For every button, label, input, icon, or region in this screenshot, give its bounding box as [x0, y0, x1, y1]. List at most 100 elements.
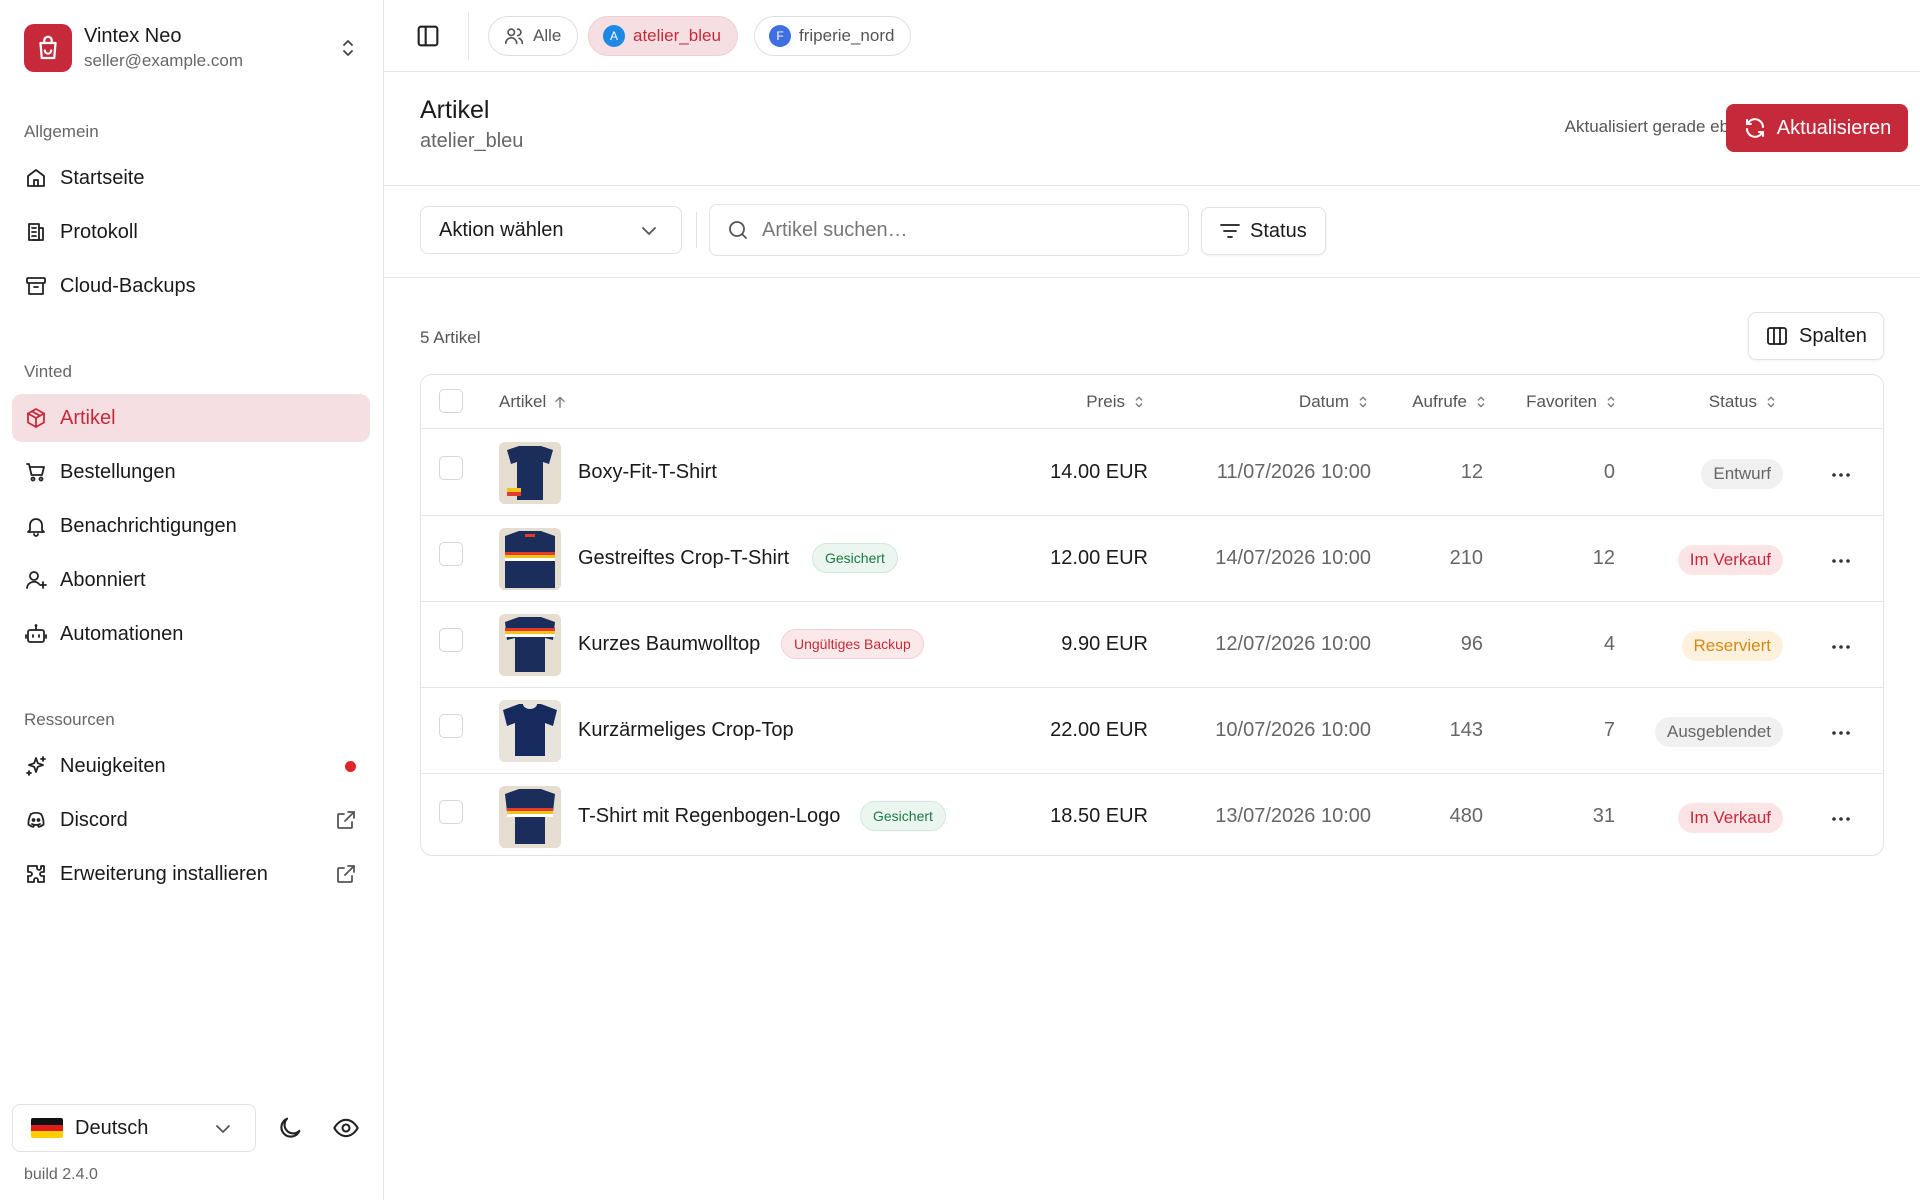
column-header-label: Aufrufe — [1412, 392, 1467, 411]
row-checkbox[interactable] — [439, 628, 463, 652]
item-price: 12.00 EUR — [1050, 547, 1148, 569]
item-favorites: 0 — [1603, 461, 1615, 483]
eye-icon[interactable] — [332, 1114, 360, 1142]
product-thumbnail — [499, 442, 561, 504]
status-badge: Ausgeblendet — [1655, 717, 1783, 747]
sidebar-item-protokoll[interactable]: Protokoll — [12, 208, 370, 256]
backup-badge: Gesichert — [812, 543, 898, 573]
status-badge: Reserviert — [1681, 631, 1783, 661]
sidebar-item-abonniert[interactable]: Abonniert — [12, 556, 370, 604]
sidebar-item-label: Cloud-Backups — [60, 274, 196, 297]
row-checkbox[interactable] — [439, 456, 463, 480]
table-row[interactable]: T-Shirt mit Regenbogen-Logo Gesichert 18… — [421, 774, 1883, 855]
account-email: seller@example.com — [84, 51, 243, 70]
row-checkbox[interactable] — [439, 714, 463, 738]
item-count: 5 Artikel — [420, 328, 481, 347]
brand-logo-icon — [24, 24, 72, 72]
more-actions-icon[interactable] — [1829, 721, 1853, 745]
divider — [468, 12, 469, 60]
columns-button[interactable]: Spalten — [1748, 312, 1884, 360]
more-actions-icon[interactable] — [1829, 463, 1853, 487]
column-header-favorites[interactable]: Favoriten — [1526, 392, 1619, 412]
table-row[interactable]: Gestreiftes Crop-T-Shirt Gesichert 12.00… — [421, 516, 1883, 602]
column-header-label: Status — [1708, 392, 1757, 411]
chevron-down-icon — [211, 1117, 235, 1141]
item-date: 13/07/2026 10:00 — [1215, 805, 1371, 827]
refresh-button[interactable]: Aktualisieren — [1726, 104, 1908, 152]
item-name: Boxy-Fit-T-Shirt — [578, 461, 717, 483]
unread-indicator — [345, 761, 356, 772]
sidebar-item-startseite[interactable]: Startseite — [12, 154, 370, 202]
status-badge: Im Verkauf — [1677, 803, 1783, 833]
cart-icon — [24, 460, 48, 484]
column-header-date[interactable]: Datum — [1299, 392, 1371, 412]
column-header-status[interactable]: Status — [1709, 392, 1779, 412]
item-date: 14/07/2026 10:00 — [1215, 547, 1371, 569]
sidebar: Vintex Neo seller@example.com Allgemein … — [0, 0, 384, 1200]
sidebar-item-label: Benachrichtigungen — [60, 514, 237, 537]
action-select[interactable]: Aktion wählen — [420, 206, 682, 254]
account-switcher[interactable]: Vintex Neo seller@example.com — [24, 22, 360, 74]
account-chip-alle[interactable]: Alle — [488, 16, 579, 56]
moon-icon[interactable] — [276, 1114, 304, 1142]
sidebar-item-automationen[interactable]: Automationen — [12, 610, 370, 658]
filter-icon — [1220, 224, 1240, 238]
sort-ascending-icon — [555, 396, 565, 408]
language-select[interactable]: Deutsch — [12, 1104, 256, 1152]
home-icon — [24, 166, 48, 190]
sidebar-item-neuigkeiten[interactable]: Neuigkeiten — [12, 742, 370, 790]
item-price: 22.00 EUR — [1050, 719, 1148, 741]
puzzle-icon — [24, 862, 48, 886]
toolbar: Aktion wählen Status — [384, 186, 1920, 278]
table-row[interactable]: Boxy-Fit-T-Shirt 14.00 EUR 11/07/2026 10… — [421, 430, 1883, 516]
sidebar-item-erweiterung[interactable]: Erweiterung installieren — [12, 850, 370, 898]
column-header-price[interactable]: Preis — [1086, 392, 1147, 412]
table-header: Artikel Preis Datum Aufrufe Favoriten St… — [421, 375, 1883, 429]
item-name: Kurzärmeliges Crop-Top — [578, 719, 794, 741]
topbar: Alle A atelier_bleu F friperie_nord — [384, 0, 1920, 72]
table-row[interactable]: Kurzes Baumwolltop Ungültiges Backup 9.9… — [421, 602, 1883, 688]
sidebar-item-cloud-backups[interactable]: Cloud-Backups — [12, 262, 370, 310]
row-checkbox[interactable] — [439, 800, 463, 824]
table-row[interactable]: Kurzärmeliges Crop-Top 22.00 EUR 10/07/2… — [421, 688, 1883, 774]
chevron-down-icon — [637, 219, 661, 243]
more-actions-icon[interactable] — [1829, 549, 1853, 573]
more-actions-icon[interactable] — [1829, 807, 1853, 831]
item-favorites: 31 — [1592, 805, 1615, 827]
sidebar-item-label: Erweiterung installieren — [60, 862, 268, 885]
item-name: T-Shirt mit Regenbogen-Logo — [578, 805, 841, 827]
column-header-views[interactable]: Aufrufe — [1412, 392, 1489, 412]
column-header-label: Favoriten — [1526, 392, 1597, 411]
item-views: 143 — [1449, 719, 1483, 741]
sidebar-item-artikel[interactable]: Artikel — [12, 394, 370, 442]
account-chip-atelier-bleu[interactable]: A atelier_bleu — [588, 16, 738, 56]
sort-icon — [1359, 396, 1367, 408]
sidebar-item-bestellungen[interactable]: Bestellungen — [12, 448, 370, 496]
item-favorites: 7 — [1603, 719, 1615, 741]
item-name: Kurzes Baumwolltop — [578, 633, 761, 655]
avatar: F — [769, 25, 791, 47]
more-actions-icon[interactable] — [1829, 635, 1853, 659]
item-views: 210 — [1449, 547, 1483, 569]
sidebar-item-benachrichtigungen[interactable]: Benachrichtigungen — [12, 502, 370, 550]
status-filter-label: Status — [1250, 219, 1307, 242]
select-all-checkbox[interactable] — [439, 389, 463, 413]
backup-badge: Ungültiges Backup — [781, 629, 924, 659]
sort-icon — [1477, 396, 1485, 408]
refresh-label: Aktualisieren — [1776, 116, 1892, 139]
german-flag-icon — [31, 1118, 63, 1138]
bell-icon — [24, 514, 48, 538]
status-filter-button[interactable]: Status — [1201, 207, 1326, 255]
column-header-label: Preis — [1086, 392, 1125, 411]
last-updated-text: Aktualisiert gerade eben — [1564, 117, 1748, 136]
account-name: Vintex Neo — [84, 25, 182, 47]
sidebar-item-discord[interactable]: Discord — [12, 796, 370, 844]
sidebar-toggle-icon[interactable] — [414, 22, 442, 50]
bot-icon — [24, 622, 48, 646]
search-input[interactable] — [762, 218, 1162, 242]
users-icon — [503, 25, 525, 47]
account-chip-friperie-nord[interactable]: F friperie_nord — [754, 16, 912, 56]
chip-label: friperie_nord — [799, 26, 895, 45]
column-header-article[interactable]: Artikel — [499, 392, 568, 412]
row-checkbox[interactable] — [439, 542, 463, 566]
